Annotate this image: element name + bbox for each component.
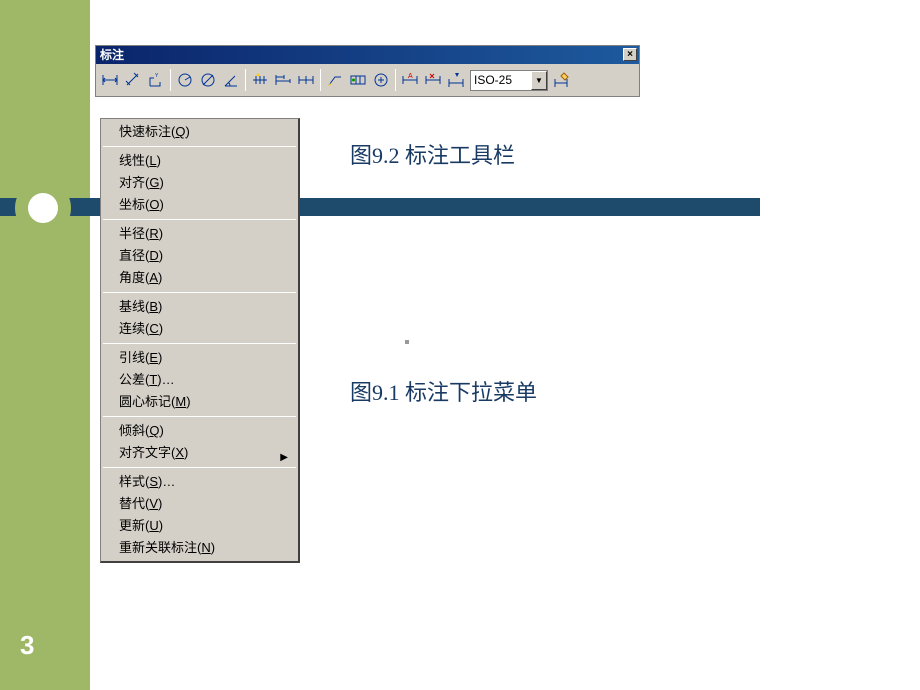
radius-dimension-button[interactable]	[174, 69, 196, 91]
toolbar-separator	[395, 69, 396, 91]
menu-item[interactable]: 连续(C)	[101, 318, 298, 340]
menu-item[interactable]: 公差(T)…	[101, 369, 298, 391]
figure-9-1-caption: 图9.1 标注下拉菜单	[350, 375, 537, 407]
dimension-update-button[interactable]	[445, 69, 467, 91]
dim-style-dropdown[interactable]: ISO-25 ▼	[470, 70, 548, 91]
submenu-arrow-icon: ▶	[280, 447, 288, 469]
toolbar-separator	[245, 69, 246, 91]
aligned-dimension-icon	[124, 71, 142, 89]
menu-item[interactable]: 坐标(O)	[101, 194, 298, 216]
menu-item[interactable]: 线性(L)	[101, 150, 298, 172]
menu-separator	[103, 219, 296, 220]
center-mark-button[interactable]	[370, 69, 392, 91]
decorative-dot	[405, 340, 409, 344]
close-icon: ×	[627, 49, 633, 60]
quick-dimension-icon	[251, 71, 269, 89]
ordinate-dimension-button[interactable]: Y	[145, 69, 167, 91]
continue-dimension-icon	[297, 71, 315, 89]
diameter-dimension-button[interactable]	[197, 69, 219, 91]
menu-item[interactable]: 角度(A)	[101, 267, 298, 289]
menu-item[interactable]: 圆心标记(M)	[101, 391, 298, 413]
sidebar-green-band	[0, 0, 90, 690]
dim-style-icon	[553, 71, 571, 89]
quick-dimension-button[interactable]	[249, 69, 271, 91]
dimension-edit-icon: A	[401, 71, 419, 89]
baseline-dimension-icon	[274, 71, 292, 89]
menu-item[interactable]: 倾斜(Q)	[101, 420, 298, 442]
menu-item[interactable]: 替代(V)	[101, 493, 298, 515]
menu-item[interactable]: 直径(D)	[101, 245, 298, 267]
diameter-dimension-icon	[199, 71, 217, 89]
menu-item[interactable]: 样式(S)…	[101, 471, 298, 493]
baseline-dimension-button[interactable]	[272, 69, 294, 91]
dimension-toolbar: 标注 × Y	[95, 45, 640, 97]
angular-dimension-icon	[222, 71, 240, 89]
continue-dimension-button[interactable]	[295, 69, 317, 91]
quick-leader-button[interactable]	[324, 69, 346, 91]
svg-text:Y: Y	[155, 73, 159, 79]
menu-item[interactable]: 半径(R)	[101, 223, 298, 245]
dimension-text-edit-button[interactable]	[422, 69, 444, 91]
decorative-circle	[15, 180, 71, 236]
dim-style-value: ISO-25	[474, 73, 512, 87]
menu-separator	[103, 343, 296, 344]
menu-item[interactable]: 对齐文字(X)▶	[101, 442, 298, 464]
linear-dimension-button[interactable]	[99, 69, 121, 91]
dimension-update-icon	[447, 71, 465, 89]
close-button[interactable]: ×	[623, 48, 637, 61]
menu-item[interactable]: 更新(U)	[101, 515, 298, 537]
menu-item[interactable]: 重新关联标注(N)	[101, 537, 298, 559]
quick-leader-icon	[326, 71, 344, 89]
aligned-dimension-button[interactable]	[122, 69, 144, 91]
dim-style-button[interactable]	[551, 69, 573, 91]
menu-separator	[103, 292, 296, 293]
page-number: 3	[20, 630, 34, 661]
tolerance-icon	[349, 71, 367, 89]
toolbar-separator	[170, 69, 171, 91]
menu-item[interactable]: 引线(E)	[101, 347, 298, 369]
dropdown-arrow-button[interactable]: ▼	[531, 71, 547, 90]
center-mark-icon	[372, 71, 390, 89]
tolerance-button[interactable]	[347, 69, 369, 91]
angular-dimension-button[interactable]	[220, 69, 242, 91]
radius-dimension-icon	[176, 71, 194, 89]
svg-text:A: A	[408, 73, 413, 80]
linear-dimension-icon	[101, 71, 119, 89]
menu-separator	[103, 467, 296, 468]
toolbar-body: Y A	[96, 64, 639, 96]
menu-item[interactable]: 快速标注(Q)	[101, 121, 298, 143]
figure-9-2-caption: 图9.2 标注工具栏	[350, 138, 515, 170]
toolbar-separator	[320, 69, 321, 91]
menu-item[interactable]: 对齐(G)	[101, 172, 298, 194]
dimension-dropdown-menu: 快速标注(Q) 线性(L)对齐(G)坐标(O) 半径(R)直径(D)角度(A) 基线(…	[100, 118, 300, 563]
dimension-text-edit-icon	[424, 71, 442, 89]
ordinate-dimension-icon: Y	[147, 71, 165, 89]
toolbar-title-text: 标注	[100, 48, 124, 62]
chevron-down-icon: ▼	[535, 76, 543, 85]
menu-separator	[103, 416, 296, 417]
menu-item[interactable]: 基线(B)	[101, 296, 298, 318]
menu-separator	[103, 146, 296, 147]
dimension-edit-button[interactable]: A	[399, 69, 421, 91]
toolbar-titlebar[interactable]: 标注 ×	[96, 46, 639, 64]
